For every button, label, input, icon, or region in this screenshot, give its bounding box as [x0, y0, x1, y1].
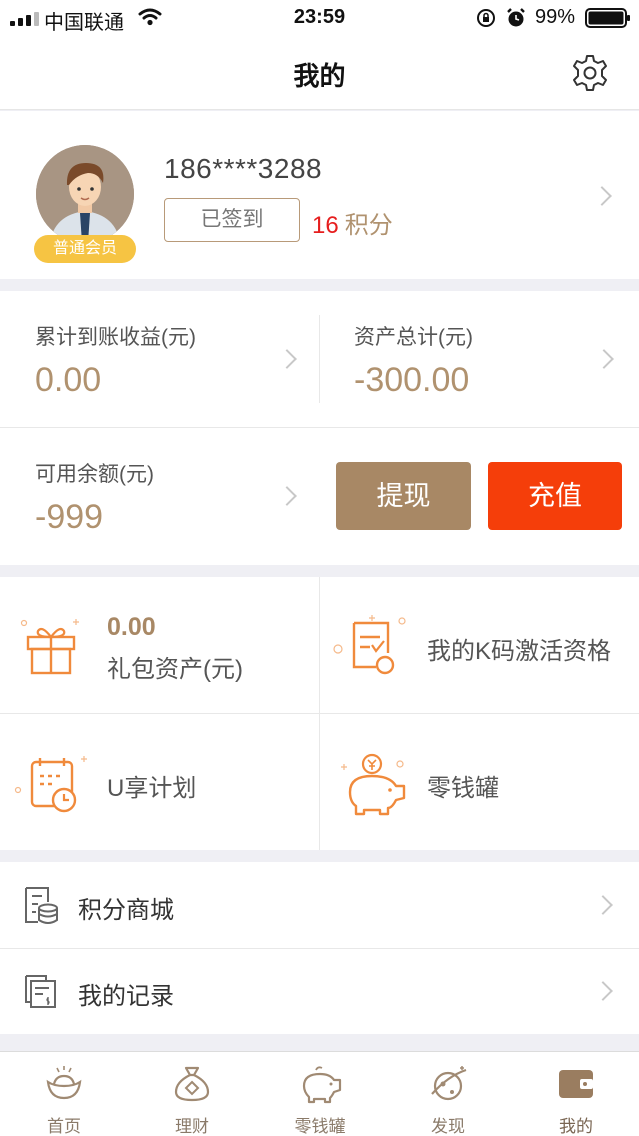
calendar-clock-icon — [14, 756, 87, 813]
app-root: 中国联通 23:59 99% 我的 普通会员 186****3288 已签到 1… — [0, 0, 639, 1136]
list-item-label: 积分商城 — [78, 897, 174, 924]
u-plan-cell[interactable]: U享计划 — [0, 714, 319, 850]
alarm-icon — [507, 8, 525, 27]
gift-assets-value: 0.00 — [107, 613, 156, 641]
piggy-bank-icon — [302, 1066, 342, 1104]
kcode-activation-label: 我的K码激活资格 — [427, 638, 612, 665]
available-balance-cell[interactable]: 可用余额(元) -999 — [0, 428, 319, 565]
chevron-right-icon — [593, 895, 613, 915]
u-plan-label: U享计划 — [107, 775, 197, 802]
tab-label: 我的 — [559, 1117, 593, 1136]
chevron-right-icon — [593, 981, 613, 1001]
gift-assets-cell[interactable]: 0.00 礼包资产(元) — [0, 577, 319, 713]
cumulative-income-cell[interactable]: 累计到账收益(元) 0.00 — [0, 291, 319, 427]
tab-label: 理财 — [175, 1117, 209, 1136]
wallet-icon — [559, 1070, 593, 1098]
avatar[interactable] — [36, 145, 134, 243]
tab-piggy[interactable]: 零钱罐 — [256, 1052, 384, 1136]
piggy-bank-icon — [341, 753, 406, 816]
battery-icon — [585, 8, 630, 28]
points-value: 16 — [312, 212, 339, 239]
tab-bar: 首页 理财 零钱罐 发现 我的 — [0, 1051, 639, 1136]
feature-grid: 0.00 礼包资产(元) 我的K码激活资格 U享计划 零钱罐 — [0, 577, 639, 850]
kcode-activation-cell[interactable]: 我的K码激活资格 — [320, 577, 639, 713]
gift-assets-label: 礼包资产(元) — [107, 656, 243, 683]
menu-list: 积分商城 我的记录 — [0, 862, 639, 1034]
chevron-right-icon — [277, 486, 297, 506]
user-phone: 186****3288 — [164, 153, 323, 184]
gift-icon — [20, 619, 79, 675]
nav-bar: 我的 — [0, 36, 639, 110]
available-balance-value: -999 — [35, 498, 104, 536]
tab-mine[interactable]: 我的 — [512, 1052, 639, 1136]
cumulative-income-value: 0.00 — [35, 361, 102, 399]
points-display[interactable]: 16 积分 — [312, 205, 393, 240]
assets-section: 累计到账收益(元) 0.00 资产总计(元) -300.00 可用余额(元) -… — [0, 291, 639, 565]
piggy-bank-label: 零钱罐 — [427, 775, 499, 802]
list-item-my-records[interactable]: 我的记录 — [0, 948, 639, 1034]
chevron-right-icon — [594, 349, 614, 369]
withdraw-button[interactable]: 提现 — [336, 462, 471, 530]
coins-list-icon — [25, 887, 58, 924]
ingot-icon — [46, 1066, 82, 1100]
available-balance-label: 可用余额(元) — [35, 463, 154, 486]
kcode-document-icon — [333, 615, 406, 675]
chevron-right-icon — [277, 349, 297, 369]
cumulative-income-label: 累计到账收益(元) — [35, 326, 196, 349]
tab-finance[interactable]: 理财 — [128, 1052, 256, 1136]
planet-icon — [431, 1066, 467, 1101]
settings-gear-icon[interactable] — [570, 53, 610, 93]
piggy-bank-cell[interactable]: 零钱罐 — [320, 714, 639, 850]
total-assets-label: 资产总计(元) — [354, 326, 473, 349]
profile-card[interactable]: 普通会员 186****3288 已签到 16 积分 — [0, 111, 639, 279]
recharge-button[interactable]: 充值 — [488, 462, 622, 530]
list-item-label: 我的记录 — [78, 983, 174, 1010]
chevron-right-icon — [592, 186, 612, 206]
tab-label: 零钱罐 — [294, 1117, 346, 1136]
tab-label: 发现 — [431, 1117, 465, 1136]
points-unit: 积分 — [344, 212, 393, 239]
list-item-points-mall[interactable]: 积分商城 — [0, 862, 639, 948]
battery-percent: 99% — [535, 6, 576, 28]
records-icon — [25, 975, 56, 1008]
signin-button[interactable]: 已签到 — [164, 198, 300, 242]
total-assets-value: -300.00 — [354, 361, 470, 399]
tab-home[interactable]: 首页 — [0, 1052, 128, 1136]
orientation-lock-icon — [477, 9, 495, 27]
tab-discover[interactable]: 发现 — [384, 1052, 512, 1136]
member-level-badge: 普通会员 — [34, 235, 136, 263]
status-bar: 中国联通 23:59 99% — [0, 0, 639, 36]
money-bag-icon — [174, 1066, 210, 1102]
tab-label: 首页 — [47, 1117, 81, 1136]
page-title: 我的 — [293, 61, 346, 91]
total-assets-cell[interactable]: 资产总计(元) -300.00 — [320, 291, 639, 427]
